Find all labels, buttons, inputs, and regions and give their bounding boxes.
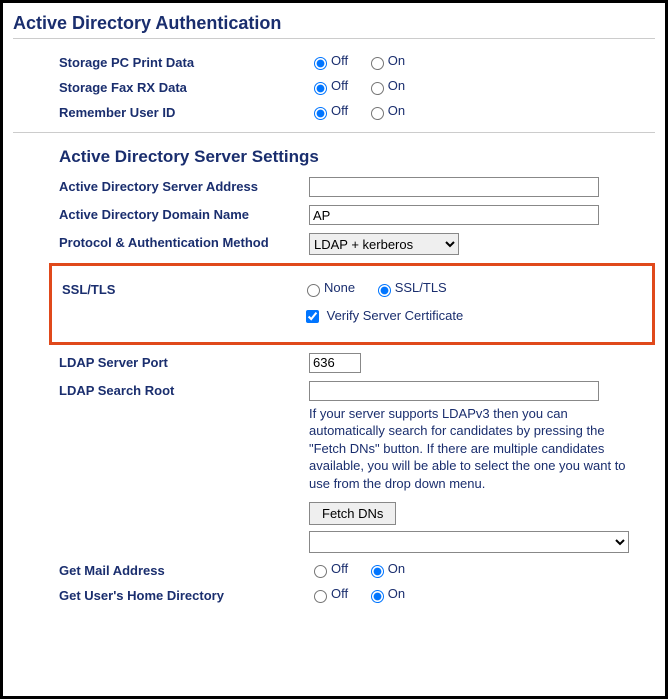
- label-verify-cert: Verify Server Certificate: [327, 308, 464, 323]
- page-title: Active Directory Authentication: [13, 13, 655, 34]
- radio-group-get-home-dir: Off On: [309, 586, 655, 603]
- label-protocol-auth: Protocol & Authentication Method: [59, 233, 309, 250]
- highlight-ssl-tls: SSL/TLS None SSL/TLS Verify Server Certi…: [49, 263, 655, 345]
- section-divider: [13, 132, 655, 133]
- row-get-mail-address: Get Mail Address Off On: [59, 561, 655, 578]
- title-divider: [13, 38, 655, 39]
- label-ldap-port: LDAP Server Port: [59, 353, 309, 370]
- radio-group-storage-fax-rx: Off On: [309, 78, 655, 95]
- section-title: Active Directory Server Settings: [59, 147, 655, 167]
- label-ad-server-address: Active Directory Server Address: [59, 177, 309, 194]
- radio-ssl-ssltls[interactable]: [378, 284, 391, 297]
- radio-get-home-dir-off[interactable]: [314, 590, 327, 603]
- input-ldap-search-root[interactable]: [309, 381, 599, 401]
- radio-storage-fax-rx-off[interactable]: [314, 82, 327, 95]
- label-get-mail-address: Get Mail Address: [59, 561, 309, 578]
- select-protocol-auth[interactable]: LDAP + kerberos: [309, 233, 459, 255]
- settings-panel: Active Directory Authentication Storage …: [0, 0, 668, 699]
- checkbox-verify-cert[interactable]: [306, 310, 319, 323]
- row-remember-user-id: Remember User ID Off On: [59, 103, 655, 120]
- row-get-home-dir: Get User's Home Directory Off On: [59, 586, 655, 603]
- label-remember-user-id: Remember User ID: [59, 103, 309, 120]
- radio-group-storage-pc-print: Off On: [309, 53, 655, 70]
- radio-group-ssl-tls: None SSL/TLS: [302, 280, 652, 297]
- input-ad-domain-name[interactable]: [309, 205, 599, 225]
- radio-storage-pc-print-on[interactable]: [371, 57, 384, 70]
- label-ad-domain-name: Active Directory Domain Name: [59, 205, 309, 222]
- radio-get-home-dir-on[interactable]: [371, 590, 384, 603]
- label-ldap-search-root: LDAP Search Root: [59, 381, 309, 398]
- label-get-home-dir: Get User's Home Directory: [59, 586, 309, 603]
- row-ad-server-address: Active Directory Server Address: [59, 177, 655, 197]
- radio-storage-fax-rx-on[interactable]: [371, 82, 384, 95]
- row-protocol-auth: Protocol & Authentication Method LDAP + …: [59, 233, 655, 255]
- label-storage-pc-print: Storage PC Print Data: [59, 53, 309, 70]
- radio-ssl-none[interactable]: [307, 284, 320, 297]
- row-storage-pc-print: Storage PC Print Data Off On: [59, 53, 655, 70]
- row-ldap-search-root: LDAP Search Root If your server supports…: [59, 381, 655, 554]
- row-ssl-tls: SSL/TLS None SSL/TLS Verify Server Certi…: [62, 280, 652, 326]
- radio-group-remember-user-id: Off On: [309, 103, 655, 120]
- fetch-dns-button[interactable]: Fetch DNs: [309, 502, 396, 525]
- label-ssl-tls: SSL/TLS: [62, 280, 302, 297]
- radio-group-get-mail: Off On: [309, 561, 655, 578]
- radio-remember-user-id-off[interactable]: [314, 107, 327, 120]
- radio-storage-pc-print-off[interactable]: [314, 57, 327, 70]
- input-ldap-port[interactable]: [309, 353, 361, 373]
- help-text-ldap: If your server supports LDAPv3 then you …: [309, 405, 639, 493]
- input-ad-server-address[interactable]: [309, 177, 599, 197]
- radio-remember-user-id-on[interactable]: [371, 107, 384, 120]
- select-dn-candidates[interactable]: [309, 531, 629, 553]
- row-ldap-port: LDAP Server Port: [59, 353, 655, 373]
- label-storage-fax-rx: Storage Fax RX Data: [59, 78, 309, 95]
- row-ad-domain-name: Active Directory Domain Name: [59, 205, 655, 225]
- radio-get-mail-on[interactable]: [371, 565, 384, 578]
- radio-get-mail-off[interactable]: [314, 565, 327, 578]
- row-storage-fax-rx: Storage Fax RX Data Off On: [59, 78, 655, 95]
